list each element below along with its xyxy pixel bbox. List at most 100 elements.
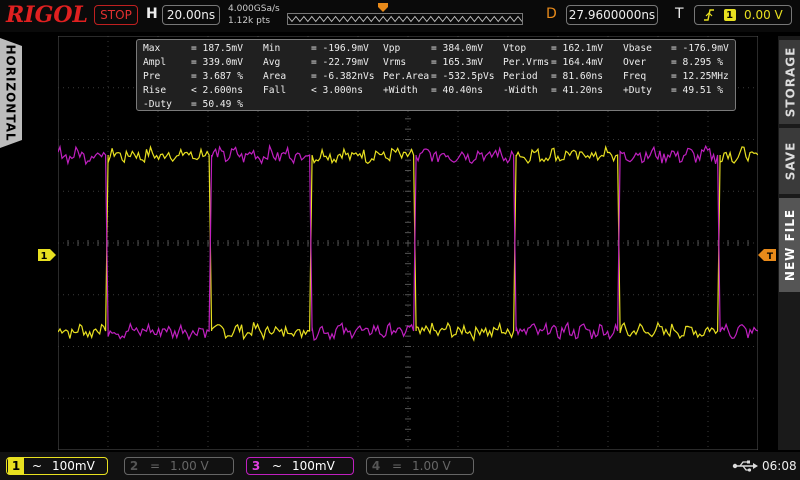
measurement-name: Area — [263, 71, 287, 82]
channel-2-scale: 1.00 V — [170, 459, 209, 473]
measurement-name: Vtop — [503, 43, 527, 54]
tab-new-file-label: NEW FILE — [783, 208, 798, 282]
measurement-value: = 384.0mV — [431, 43, 483, 54]
measurement-cell[interactable]: Rise < 2.600ns — [143, 84, 263, 98]
measurement-value: = 339.0mV — [191, 57, 243, 68]
channel-4-scale: 1.00 V — [412, 459, 451, 473]
measurement-name: -Duty — [143, 99, 172, 110]
measurement-cell[interactable]: -Width = 41.20ns — [503, 84, 623, 98]
trigger-settings[interactable]: 1 0.00 V — [694, 5, 792, 25]
ch1-marker-label: 1 — [41, 251, 48, 261]
horizontal-label: H — [146, 6, 158, 22]
measurement-name: Rise — [143, 85, 167, 96]
system-clock: 06:08 — [762, 459, 797, 473]
channel-3-status[interactable]: 3 ~ 100mV — [246, 457, 354, 475]
measurement-cell[interactable]: Period = 81.60ns — [503, 70, 623, 84]
measurement-cell[interactable]: Min = -196.9mV — [263, 42, 383, 56]
measurement-name: +Duty — [623, 85, 652, 96]
measurement-value: = 162.1mV — [551, 43, 603, 54]
measurement-cell[interactable]: +Width = 40.40ns — [383, 84, 503, 98]
measurement-cell[interactable]: Max = 187.5mV — [143, 42, 263, 56]
measurement-row: -Duty = 50.49 % — [143, 98, 735, 112]
memory-depth: 1.12k pts — [228, 16, 271, 26]
tab-save-label: SAVE — [783, 141, 798, 181]
measurement-cell[interactable]: Avg = -22.79mV — [263, 56, 383, 70]
measurement-value: = 12.25MHz — [671, 71, 729, 82]
measurement-cell[interactable]: Per.Vrms = 164.4mV — [503, 56, 623, 70]
ac-coupling-icon: ~ — [32, 459, 43, 473]
measurement-cell[interactable]: Area = -6.382nVs — [263, 70, 383, 84]
measurement-value: = -196.9mV — [311, 43, 369, 54]
measurement-name: Min — [263, 43, 281, 54]
tab-storage[interactable]: STORAGE — [779, 40, 800, 124]
measurement-value: = 40.40ns — [431, 85, 483, 96]
measurement-cell[interactable]: Fall < 3.000ns — [263, 84, 383, 98]
measurement-value: = -532.5pVs — [431, 71, 495, 82]
tab-save[interactable]: SAVE — [779, 128, 800, 194]
measurement-cell[interactable]: Over = 8.295 % — [623, 56, 743, 70]
measurement-name: Ampl — [143, 57, 167, 68]
tab-new-file[interactable]: NEW FILE — [779, 198, 800, 292]
run-stop-status[interactable]: STOP — [94, 5, 138, 25]
measurement-name: Vrms — [383, 57, 407, 68]
measurement-cell[interactable]: +Duty = 49.51 % — [623, 84, 743, 98]
channel-2-status[interactable]: 2 = 1.00 V — [124, 457, 234, 475]
measurement-cell[interactable]: Ampl = 339.0mV — [143, 56, 263, 70]
channel-2-number: 2 — [129, 459, 139, 473]
measurement-cell[interactable]: Per.Area = -532.5pVs — [383, 70, 503, 84]
rising-edge-icon — [704, 9, 715, 21]
delay-label: D — [546, 6, 557, 22]
channel-1-scale: 100mV — [52, 459, 95, 473]
measurement-name: Max — [143, 43, 161, 54]
measurement-name: +Width — [383, 85, 418, 96]
channel-3-scale: 100mV — [292, 459, 335, 473]
measurement-value: = 49.51 % — [671, 85, 723, 96]
channel-4-status[interactable]: 4 = 1.00 V — [366, 457, 474, 475]
channel-status-bar: 1 ~ 100mV 2 = 1.00 V 3 ~ 100mV 4 = 1.00 … — [0, 452, 800, 480]
channel-1-status[interactable]: 1 ~ 100mV — [6, 457, 108, 475]
tab-horizontal[interactable]: HORIZONTAL — [0, 38, 22, 148]
measurement-value: < 3.000ns — [311, 85, 363, 96]
measurement-name: Avg — [263, 57, 281, 68]
memory-overview-wave — [288, 15, 522, 23]
brand-logo: RIGOL — [6, 2, 88, 28]
measurement-row: Ampl = 339.0mV Avg = -22.79mV Vrms = 165.3mV P… — [143, 56, 735, 70]
measurement-value: = 81.60ns — [551, 71, 603, 82]
measurement-row: Pre = 3.687 % Area = -6.382nVs Per.Area = -53… — [143, 70, 735, 84]
measurement-name: Vpp — [383, 43, 401, 54]
ch1-offset-marker[interactable]: 1 — [38, 249, 56, 261]
trigger-level-marker[interactable]: T — [758, 249, 776, 261]
channel-4-number: 4 — [371, 459, 381, 473]
measurement-table[interactable]: Max = 187.5mV Min = -196.9mV Vpp = 384.0mV Vto… — [136, 39, 736, 111]
dc-coupling-icon: = — [392, 459, 403, 473]
measurement-value: < 2.600ns — [191, 85, 243, 96]
measurement-value: = 187.5mV — [191, 43, 243, 54]
tab-storage-label: STORAGE — [783, 46, 798, 118]
measurement-cell[interactable]: -Duty = 50.49 % — [143, 98, 263, 112]
measurement-name: Pre — [143, 71, 161, 82]
measurement-value: = -6.382nVs — [311, 71, 375, 82]
measurement-cell[interactable]: Pre = 3.687 % — [143, 70, 263, 84]
measurement-name: Freq — [623, 71, 647, 82]
time-scale-readout[interactable]: 20.00ns — [162, 5, 220, 25]
measurement-value: = 41.20ns — [551, 85, 603, 96]
measurement-name: -Width — [503, 85, 538, 96]
trigger-label: T — [675, 6, 684, 22]
measurement-name: Period — [503, 71, 538, 82]
measurement-value: = 3.687 % — [191, 71, 243, 82]
horizontal-delay-readout[interactable]: 27.9600000ns — [566, 5, 658, 25]
measurement-name: Over — [623, 57, 647, 68]
measurement-value: = 164.4mV — [551, 57, 603, 68]
measurement-row: Rise < 2.600ns Fall < 3.000ns +Width = 40.40n… — [143, 84, 735, 98]
sample-rate: 4.000GSa/s — [228, 4, 280, 14]
acquisition-info: 4.000GSa/s 1.12k pts — [228, 3, 280, 27]
measurement-cell[interactable]: Vpp = 384.0mV — [383, 42, 503, 56]
measurement-cell[interactable]: Vtop = 162.1mV — [503, 42, 623, 56]
measurement-cell[interactable]: Vrms = 165.3mV — [383, 56, 503, 70]
measurement-cell[interactable]: Freq = 12.25MHz — [623, 70, 743, 84]
trigger-source-badge: 1 — [723, 9, 736, 21]
memory-overview-bar[interactable] — [287, 13, 523, 25]
channel-1-number: 1 — [8, 458, 24, 474]
channel-3-number: 3 — [251, 459, 261, 473]
measurement-cell[interactable]: Vbase = -176.9mV — [623, 42, 743, 56]
